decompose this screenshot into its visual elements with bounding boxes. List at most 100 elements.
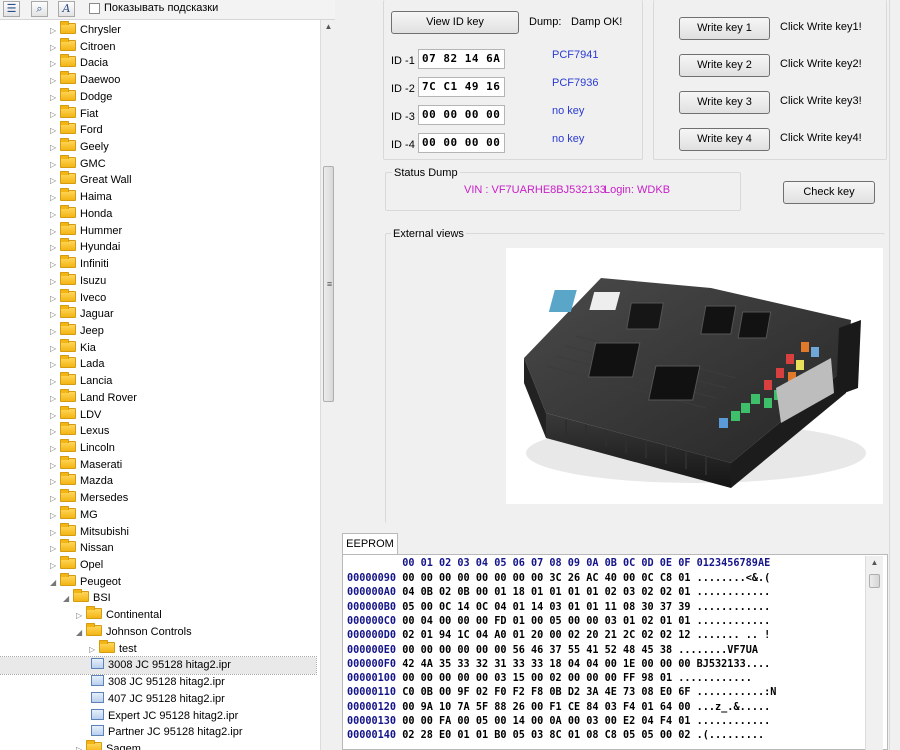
eeprom-hex-view[interactable]: 00 01 02 03 04 05 06 07 08 09 0A 0B 0C 0… — [342, 554, 888, 750]
collapsed-arrow-icon[interactable]: ▷ — [50, 72, 60, 89]
collapsed-arrow-icon[interactable]: ▷ — [50, 223, 60, 240]
collapsed-arrow-icon[interactable]: ▷ — [50, 39, 60, 56]
font-button[interactable]: A — [58, 1, 75, 17]
hex-row[interactable]: 000000B0 05 00 0C 14 0C 04 01 14 03 01 0… — [347, 601, 770, 615]
tree-folder-item[interactable]: ▷ test — [89, 639, 137, 658]
tree-folder-item[interactable]: ◢ Johnson Controls — [76, 622, 192, 641]
tree-folder-item[interactable]: ▷ Lada — [50, 355, 104, 373]
tree-folder-item[interactable]: ▷ Nissan — [50, 539, 114, 557]
tree-folder-item[interactable]: ▷ Hummer — [50, 221, 122, 240]
hex-row[interactable]: 00000100 00 00 00 00 00 03 15 00 02 00 0… — [347, 672, 752, 686]
collapsed-arrow-icon[interactable]: ▷ — [50, 156, 60, 173]
collapsed-arrow-icon[interactable]: ▷ — [50, 256, 60, 273]
hex-row[interactable]: 00000140 02 28 E0 01 01 B0 05 03 8C 01 0… — [347, 729, 764, 743]
collapsed-arrow-icon[interactable]: ▷ — [50, 390, 60, 407]
tree-folder-item[interactable]: ▷ Daewoo — [50, 71, 120, 89]
hex-scrollbar[interactable]: ▲ — [865, 556, 883, 750]
tree-folder-item[interactable]: ▷ Honda — [50, 204, 112, 223]
tree-folder-item[interactable]: ◢ Peugeot — [50, 572, 121, 591]
hex-row-bytes[interactable]: 42 4A 35 33 32 31 33 33 18 04 04 00 1E 0… — [402, 659, 690, 670]
id-4-field[interactable]: 00 00 00 00 — [418, 133, 505, 153]
write-key-1-button[interactable]: Write key 1 — [679, 17, 770, 40]
pane-splitter[interactable] — [337, 0, 341, 750]
collapsed-arrow-icon[interactable]: ▷ — [50, 507, 60, 524]
tree-folder-item[interactable]: ▷ Dodge — [50, 87, 112, 106]
tree-folder-item[interactable]: ▷ Great Wall — [50, 171, 132, 189]
tree-folder-item[interactable]: ▷ LDV — [50, 405, 101, 424]
tree-folder-item[interactable]: ▷ Opel — [50, 556, 103, 574]
collapsed-arrow-icon[interactable]: ▷ — [50, 524, 60, 541]
id-1-field[interactable]: 07 82 14 6A — [418, 49, 505, 69]
hex-row[interactable]: 00000110 C0 0B 00 9F 02 F0 F2 F8 0B D2 3… — [347, 686, 776, 700]
show-hints-checkbox[interactable] — [89, 3, 100, 14]
write-key-2-button[interactable]: Write key 2 — [679, 54, 770, 77]
search-button[interactable]: ⌕ — [31, 1, 48, 17]
expanded-arrow-icon[interactable]: ◢ — [76, 624, 86, 641]
collapsed-arrow-icon[interactable]: ▷ — [50, 22, 60, 39]
hex-row-bytes[interactable]: 00 9A 10 7A 5F 88 26 00 F1 CE 84 03 F4 0… — [402, 702, 690, 713]
hex-row[interactable]: 000000C0 00 04 00 00 00 FD 01 00 05 00 0… — [347, 615, 770, 629]
hex-row-bytes[interactable]: 00 04 00 00 00 FD 01 00 05 00 00 03 01 0… — [402, 616, 690, 627]
collapsed-arrow-icon[interactable]: ▷ — [50, 89, 60, 106]
tree-folder-item[interactable]: ▷ Jaguar — [50, 305, 114, 323]
tree-folder-item[interactable]: ▷ Maserati — [50, 455, 122, 474]
collapsed-arrow-icon[interactable]: ▷ — [50, 557, 60, 574]
tree-scrollbar-thumb[interactable]: ≡ — [323, 166, 334, 402]
tree-file-item[interactable]: Expert JC 95128 hitag2.ipr — [91, 708, 238, 725]
tree-folder-item[interactable]: ▷ Mazda — [50, 472, 113, 490]
hex-row-bytes[interactable]: 00 00 FA 00 05 00 14 00 0A 00 03 00 E2 0… — [402, 716, 690, 727]
tree-folder-item[interactable]: ▷ Continental — [76, 606, 162, 624]
collapsed-arrow-icon[interactable]: ▷ — [50, 540, 60, 557]
tree-folder-item[interactable]: ▷ Lexus — [50, 422, 109, 440]
tree-folder-item[interactable]: ▷ Citroen — [50, 37, 115, 56]
tree-folder-item[interactable]: ▷ Lancia — [50, 372, 112, 390]
tree-folder-item[interactable]: ▷ Infiniti — [50, 255, 109, 273]
hex-row[interactable]: 00000130 00 00 FA 00 05 00 14 00 0A 00 0… — [347, 715, 770, 729]
collapsed-arrow-icon[interactable]: ▷ — [50, 239, 60, 256]
tree-view-button[interactable]: ☰ — [3, 1, 20, 17]
collapsed-arrow-icon[interactable]: ▷ — [76, 741, 86, 750]
tree-folder-item[interactable]: ▷ Lincoln — [50, 439, 115, 457]
hex-row-bytes[interactable]: C0 0B 00 9F 02 F0 F2 F8 0B D2 3A 4E 73 0… — [402, 687, 690, 698]
expanded-arrow-icon[interactable]: ◢ — [63, 590, 73, 607]
tree-folder-item[interactable]: ▷ Iveco — [50, 288, 106, 307]
tree-file-item[interactable]: 308 JC 95128 hitag2.ipr — [91, 674, 225, 691]
tree-folder-item[interactable]: ◢ BSI — [63, 589, 111, 607]
write-key-4-button[interactable]: Write key 4 — [679, 128, 770, 151]
view-id-key-button[interactable]: View ID key — [391, 11, 519, 34]
collapsed-arrow-icon[interactable]: ▷ — [50, 373, 60, 390]
tree-folder-item[interactable]: ▷ Fiat — [50, 104, 98, 123]
hex-row-bytes[interactable]: 04 0B 02 0B 00 01 18 01 01 01 01 02 03 0… — [402, 587, 690, 598]
hex-row[interactable]: 000000D0 02 01 94 1C 04 A0 01 20 00 02 2… — [347, 629, 770, 643]
collapsed-arrow-icon[interactable]: ▷ — [50, 440, 60, 457]
collapsed-arrow-icon[interactable]: ▷ — [50, 139, 60, 156]
check-key-button[interactable]: Check key — [783, 181, 875, 204]
hex-row-bytes[interactable]: 02 28 E0 01 01 B0 05 03 8C 01 08 C8 05 0… — [402, 730, 690, 741]
tree-folder-item[interactable]: ▷ MG — [50, 505, 98, 524]
tree-folder-item[interactable]: ▷ Land Rover — [50, 388, 137, 407]
tree-folder-item[interactable]: ▷ Sagem — [76, 739, 141, 750]
collapsed-arrow-icon[interactable]: ▷ — [50, 172, 60, 189]
collapsed-arrow-icon[interactable]: ▷ — [50, 122, 60, 139]
scroll-up-arrow-icon[interactable]: ▲ — [866, 558, 883, 567]
tree-folder-item[interactable]: ▷ Ford — [50, 121, 103, 139]
write-key-3-button[interactable]: Write key 3 — [679, 91, 770, 114]
vehicle-tree[interactable]: ▷ Chrysler ▷ Citroen ▷ Dacia ▷ Daewoo ▷ Dodge ▷ Fia… — [0, 20, 321, 750]
collapsed-arrow-icon[interactable]: ▷ — [50, 490, 60, 507]
tree-file-item[interactable]: 3008 JC 95128 hitag2.ipr — [0, 656, 317, 676]
collapsed-arrow-icon[interactable]: ▷ — [50, 323, 60, 340]
hex-row[interactable]: 000000F0 42 4A 35 33 32 31 33 33 18 04 0… — [347, 658, 770, 672]
collapsed-arrow-icon[interactable]: ▷ — [89, 641, 99, 658]
tree-folder-item[interactable]: ▷ Haima — [50, 188, 112, 206]
collapsed-arrow-icon[interactable]: ▷ — [50, 106, 60, 123]
tree-scrollbar[interactable]: ▲ ≡ — [320, 20, 336, 750]
collapsed-arrow-icon[interactable]: ▷ — [50, 340, 60, 357]
collapsed-arrow-icon[interactable]: ▷ — [50, 290, 60, 307]
hex-row[interactable]: 00000090 00 00 00 00 00 00 00 00 3C 26 A… — [347, 572, 770, 586]
hex-row-bytes[interactable]: 00 00 00 00 00 00 00 00 3C 26 AC 40 00 0… — [402, 573, 690, 584]
hex-row[interactable]: 000000A0 04 0B 02 0B 00 01 18 01 01 01 0… — [347, 586, 770, 600]
collapsed-arrow-icon[interactable]: ▷ — [50, 356, 60, 373]
tree-folder-item[interactable]: ▷ Isuzu — [50, 271, 106, 290]
hex-row-bytes[interactable]: 00 00 00 00 00 03 15 00 02 00 00 00 FF 9… — [402, 673, 672, 684]
hex-row-bytes[interactable]: 02 01 94 1C 04 A0 01 20 00 02 20 21 2C 0… — [402, 630, 690, 641]
